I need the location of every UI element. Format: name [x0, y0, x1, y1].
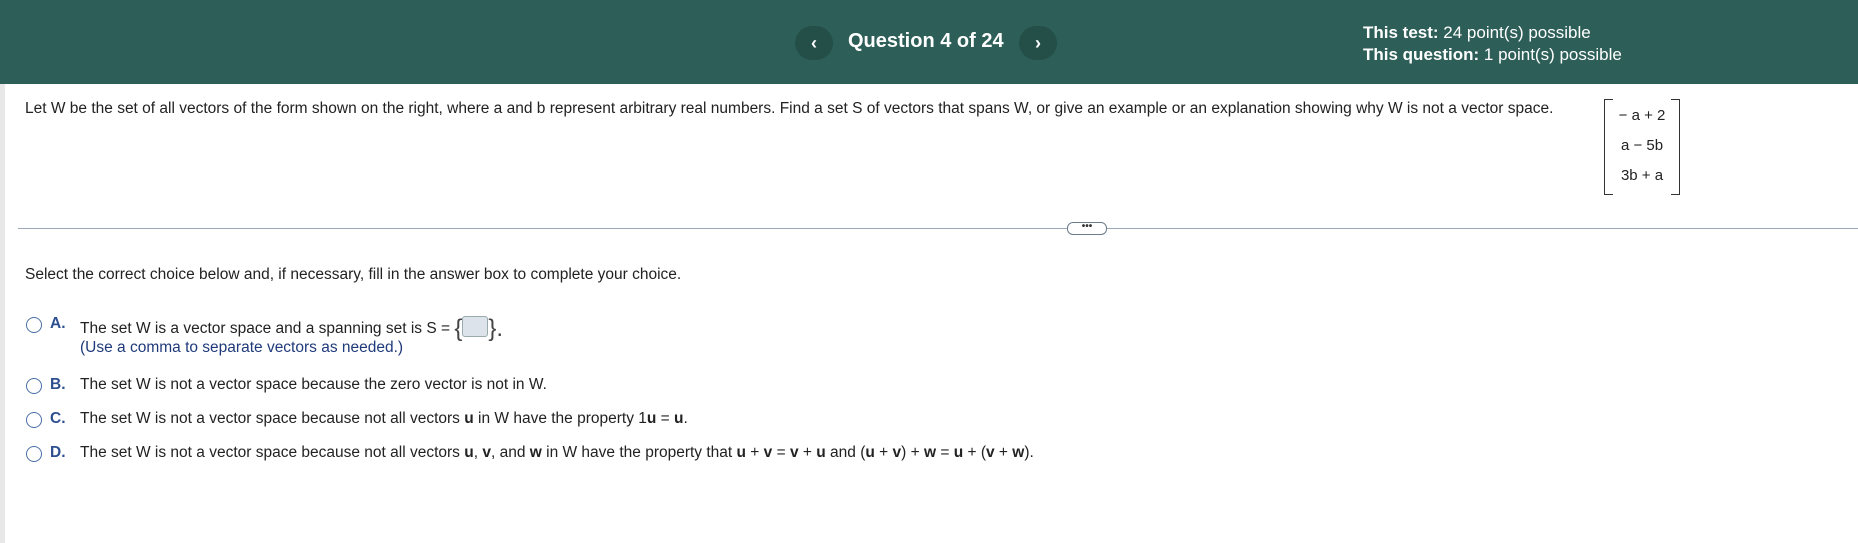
top-bar: ‹ Question 4 of 24 › This test: 24 point… [0, 0, 1858, 84]
radio-d[interactable] [26, 446, 42, 462]
question-points: This question: 1 point(s) possible [1363, 45, 1622, 64]
choice-letter: C. [50, 410, 66, 427]
expand-handle[interactable]: ••• [1067, 222, 1107, 235]
choice-letter: A. [50, 315, 66, 332]
next-question-button[interactable]: › [1019, 26, 1057, 60]
choice-letter: D. [50, 444, 66, 461]
close-brace: }. [488, 315, 504, 342]
open-brace: { [454, 315, 463, 342]
matrix-entry-2: a − 5b [1620, 137, 1664, 154]
left-edge [0, 84, 5, 543]
question-counter: Question 4 of 24 [848, 30, 1004, 52]
chevron-left-icon: ‹ [811, 32, 817, 53]
question-prompt: Let W be the set of all vectors of the f… [25, 100, 1554, 117]
choice-text: The set W is not a vector space because … [80, 376, 547, 393]
previous-question-button[interactable]: ‹ [795, 26, 833, 60]
spanning-set-answer-box[interactable] [462, 316, 489, 337]
chevron-right-icon: › [1035, 32, 1041, 53]
radio-b[interactable] [26, 378, 42, 394]
section-divider [18, 228, 1858, 229]
radio-c[interactable] [26, 412, 42, 428]
instructions: Select the correct choice below and, if … [25, 266, 682, 283]
choice-hint: (Use a comma to separate vectors as need… [80, 339, 404, 356]
vector-matrix: − a + 2 a − 5b 3b + a [1604, 99, 1680, 195]
matrix-entry-3: 3b + a [1620, 167, 1664, 184]
radio-a[interactable] [26, 317, 42, 333]
choice-letter: B. [50, 376, 66, 393]
matrix-entry-1: − a + 2 [1618, 107, 1666, 124]
choice-text: The set W is not a vector space because … [80, 410, 688, 427]
points-info: This test: 24 point(s) possible This que… [1363, 22, 1622, 66]
choice-text: The set W is not a vector space because … [80, 444, 1034, 461]
test-points: This test: 24 point(s) possible [1363, 23, 1591, 42]
